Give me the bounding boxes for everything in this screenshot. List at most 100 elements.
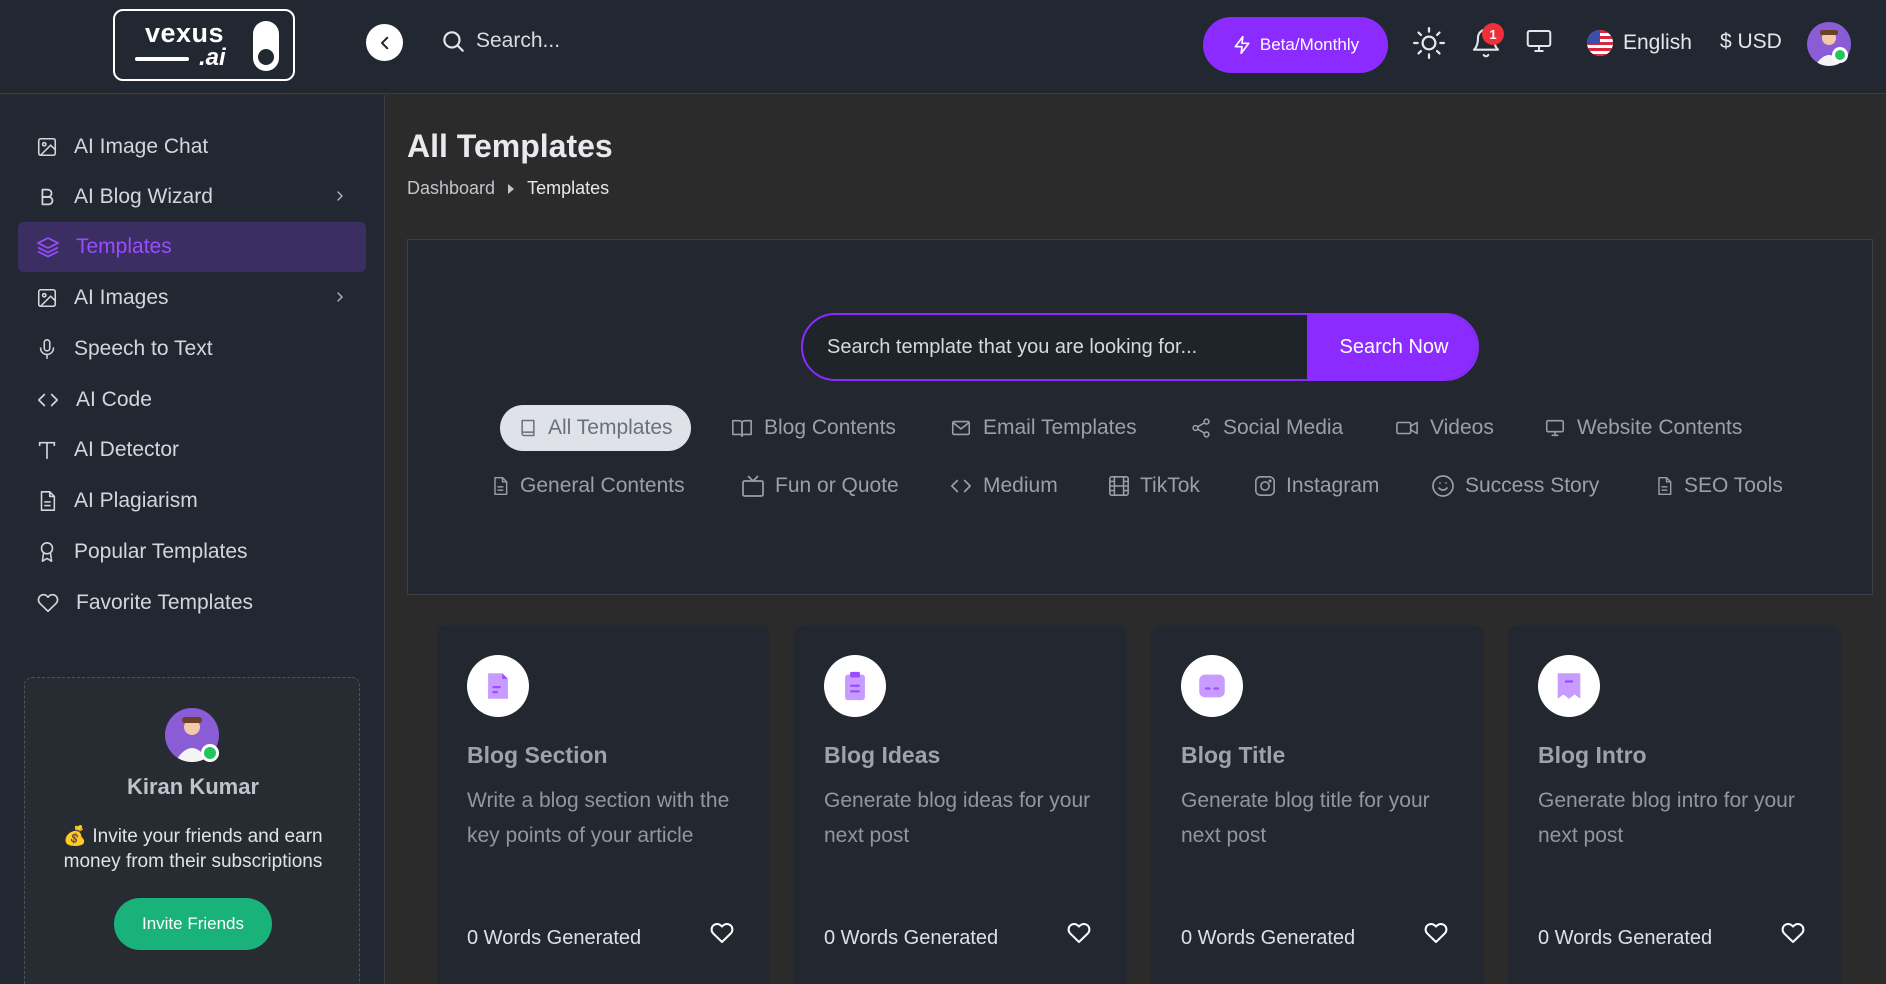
clipboard-icon <box>824 655 886 717</box>
sidebar-item-ai-detector[interactable]: AI Detector <box>18 425 366 475</box>
template-card-blog-title[interactable]: Blog Title Generate blog title for your … <box>1151 625 1484 984</box>
filter-blog-contents[interactable]: Blog Contents <box>730 405 896 451</box>
invite-user-name: Kiran Kumar <box>126 774 260 799</box>
template-card-word-count: 0 Words Generated <box>1538 927 1713 949</box>
sidebar-item-ai-code[interactable]: AI Code <box>18 375 366 425</box>
mail-icon <box>951 420 971 436</box>
book-icon <box>521 419 535 437</box>
plan-button-label: Beta/Monthly <box>1259 35 1360 54</box>
filter-label: Videos <box>1430 416 1494 439</box>
filter-label: Social Media <box>1223 416 1344 439</box>
sidebar-item-label: AI Code <box>76 388 152 411</box>
template-document-icon <box>467 655 529 717</box>
template-card-title: Blog Ideas <box>824 742 941 768</box>
instagram-icon <box>1255 476 1275 496</box>
filter-label: Success Story <box>1465 474 1600 497</box>
invite-message: 💰 Invite your friends and earn money fro… <box>63 826 323 872</box>
search-now-button[interactable]: Search Now <box>1307 315 1477 379</box>
chevron-left-icon <box>380 36 388 49</box>
template-card-blog-intro[interactable]: Blog Intro Generate blog intro for your … <box>1508 625 1841 984</box>
sidebar-item-label: Favorite Templates <box>76 591 254 614</box>
file-icon <box>1658 476 1672 496</box>
template-card-blog-ideas[interactable]: Blog Ideas Generate blog ideas for your … <box>794 625 1127 984</box>
filter-label: TikTok <box>1140 474 1200 497</box>
logo-underline <box>135 57 189 61</box>
sidebar-item-label: AI Detector <box>74 438 180 461</box>
filter-website-contents[interactable]: Website Contents <box>1543 405 1742 451</box>
template-card-word-count: 0 Words Generated <box>467 927 642 949</box>
chevron-right-icon <box>337 292 343 302</box>
title-card-icon <box>1181 655 1243 717</box>
language-selector[interactable]: English <box>1587 30 1692 56</box>
sidebar-item-label: Popular Templates <box>74 540 248 563</box>
lightning-icon <box>1234 35 1250 55</box>
sidebar-item-ai-blog-wizard[interactable]: AI Blog Wizard <box>18 172 366 222</box>
filter-email-templates[interactable]: Email Templates <box>949 405 1137 451</box>
filter-videos[interactable]: Videos <box>1394 405 1494 451</box>
sidebar-item-ai-images[interactable]: AI Images <box>18 273 366 323</box>
caret-right-icon <box>508 183 515 194</box>
filter-social-media[interactable]: Social Media <box>1189 405 1343 451</box>
filter-fun-or-quote[interactable]: Fun or Quote <box>741 463 899 509</box>
template-card-blog-section[interactable]: Blog Section Write a blog section with t… <box>437 625 770 984</box>
filter-tiktok[interactable]: TikTok <box>1108 463 1200 509</box>
bold-b-icon <box>41 188 54 206</box>
favorite-heart-icon[interactable] <box>1066 921 1092 945</box>
filter-seo-tools[interactable]: SEO Tools <box>1654 463 1783 509</box>
favorite-heart-icon[interactable] <box>1423 921 1449 945</box>
theme-toggle-button[interactable] <box>1412 26 1446 60</box>
filter-label: Website Contents <box>1577 416 1743 439</box>
template-card-title: Blog Section <box>467 742 608 768</box>
monitor-icon <box>1545 419 1565 437</box>
plan-button[interactable]: Beta/Monthly <box>1203 17 1388 73</box>
us-flag-icon <box>1587 30 1613 56</box>
breadcrumb-current: Templates <box>527 178 610 198</box>
filter-medium[interactable]: Medium <box>949 463 1058 509</box>
favorite-heart-icon[interactable] <box>1780 921 1806 945</box>
language-label: English <box>1623 31 1692 54</box>
currency-selector[interactable]: $ USD <box>1720 30 1782 54</box>
filter-instagram[interactable]: Instagram <box>1254 463 1379 509</box>
heart-icon <box>37 593 59 613</box>
sidebar-item-favorite-templates[interactable]: Favorite Templates <box>18 578 366 628</box>
global-search[interactable]: Search... <box>440 28 560 54</box>
filter-general-contents[interactable]: General Contents <box>490 463 685 509</box>
sidebar-item-label: AI Image Chat <box>74 135 209 158</box>
search-icon <box>443 31 464 52</box>
sidebar: AI Image Chat AI Blog Wizard Templates A… <box>0 95 385 984</box>
text-t-icon <box>38 441 56 460</box>
logo-suffix: .ai <box>199 44 226 71</box>
sidebar-item-label: AI Plagiarism <box>74 489 198 512</box>
template-card-description: Write a blog section with the key points… <box>467 789 730 847</box>
template-card-title: Blog Title <box>1181 742 1286 768</box>
open-book-icon <box>732 419 752 438</box>
sidebar-item-label: Speech to Text <box>74 337 213 360</box>
template-card-description: Generate blog ideas for your next post <box>824 789 1091 847</box>
image-icon <box>37 137 57 157</box>
invite-friends-button[interactable]: Invite Friends <box>114 898 272 950</box>
sidebar-item-speech-to-text[interactable]: Speech to Text <box>18 324 366 374</box>
template-card-word-count: 0 Words Generated <box>1181 927 1356 949</box>
filter-success-story[interactable]: Success Story <box>1431 463 1599 509</box>
sidebar-item-popular-templates[interactable]: Popular Templates <box>18 527 366 577</box>
filter-label: Instagram <box>1286 474 1380 497</box>
sidebar-collapse-button[interactable] <box>366 24 403 61</box>
template-card-word-count: 0 Words Generated <box>824 927 999 949</box>
sidebar-item-ai-image-chat[interactable]: AI Image Chat <box>18 122 366 172</box>
filter-all-templates[interactable]: All Templates <box>500 405 691 451</box>
breadcrumb: Dashboard Templates <box>407 178 609 199</box>
share-icon <box>1192 418 1210 438</box>
favorite-heart-icon[interactable] <box>709 921 735 945</box>
breadcrumb-dashboard-link[interactable]: Dashboard <box>407 178 495 199</box>
template-search-input[interactable] <box>803 315 1307 379</box>
sidebar-item-ai-plagiarism[interactable]: AI Plagiarism <box>18 476 366 526</box>
filter-label: General Contents <box>520 474 685 497</box>
template-card-description: Generate blog intro for your next post <box>1538 789 1795 847</box>
logo-toggle-mark <box>253 21 279 71</box>
top-bar: vexus .ai Search... Beta/Monthly 1 Engli… <box>0 0 1886 94</box>
fullscreen-button[interactable] <box>1524 26 1554 56</box>
logo[interactable]: vexus .ai <box>113 9 295 81</box>
notification-badge: 1 <box>1482 23 1504 45</box>
global-search-label: Search... <box>476 29 561 52</box>
sidebar-item-templates[interactable]: Templates <box>18 222 366 272</box>
